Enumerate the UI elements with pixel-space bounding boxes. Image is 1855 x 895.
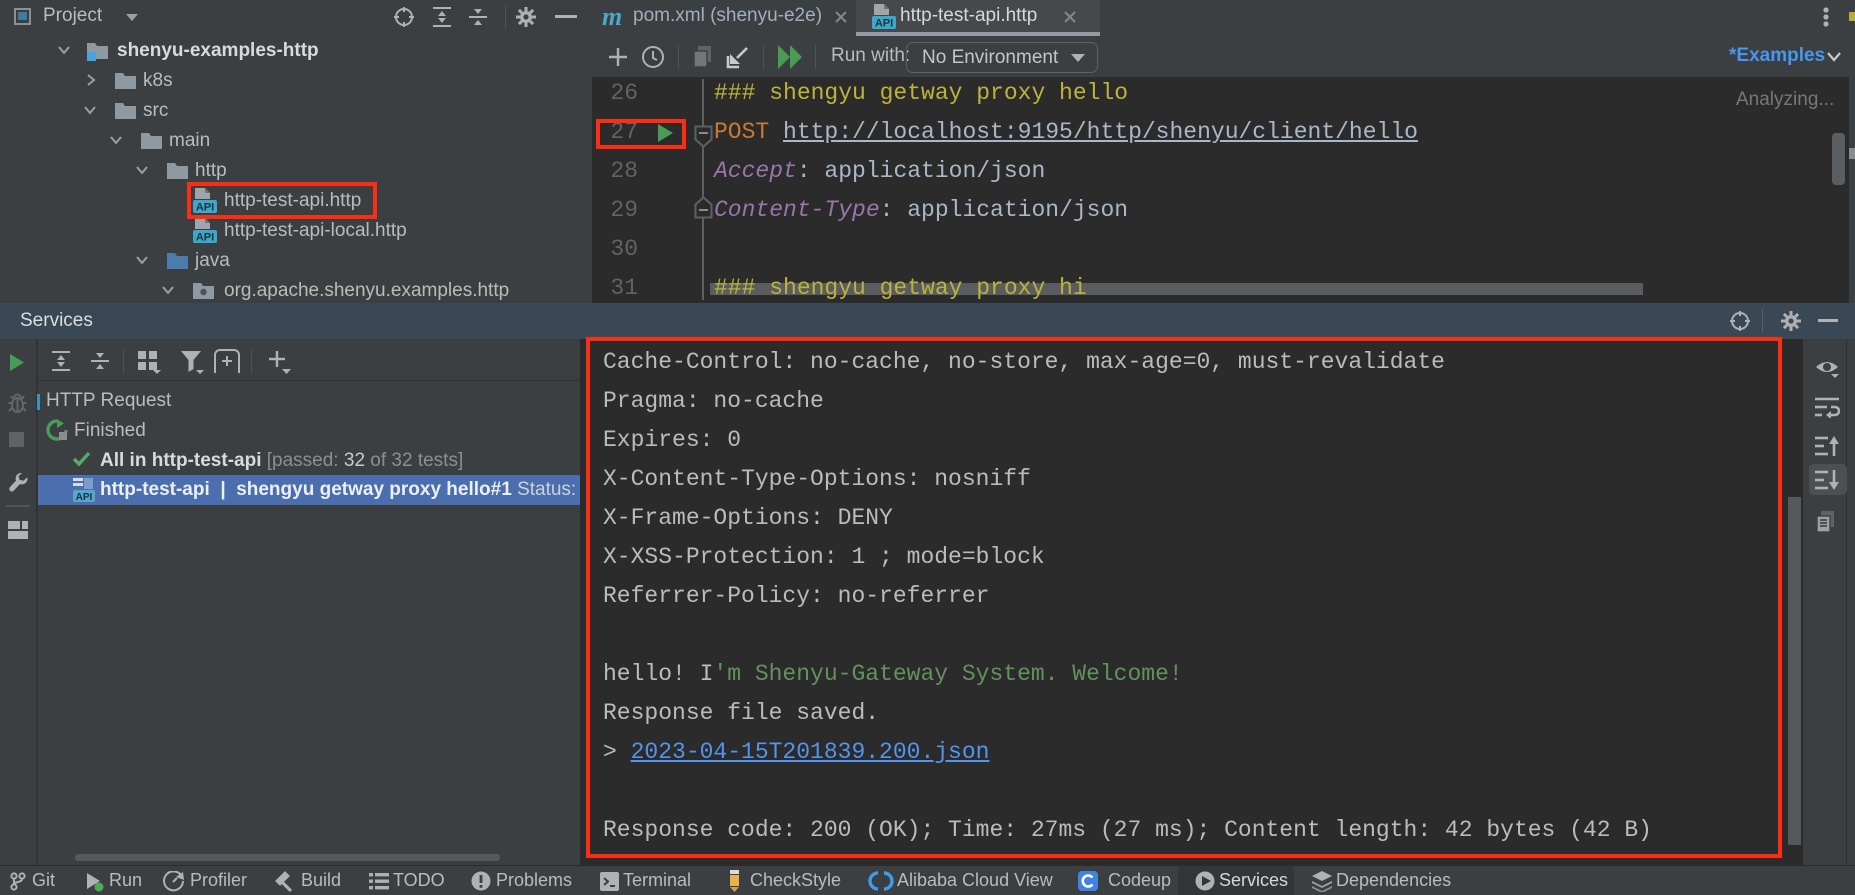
svg-text:API: API [196, 232, 214, 244]
svg-text:API: API [875, 18, 893, 30]
svg-text:m: m [602, 4, 622, 30]
svg-text:API: API [76, 492, 93, 503]
